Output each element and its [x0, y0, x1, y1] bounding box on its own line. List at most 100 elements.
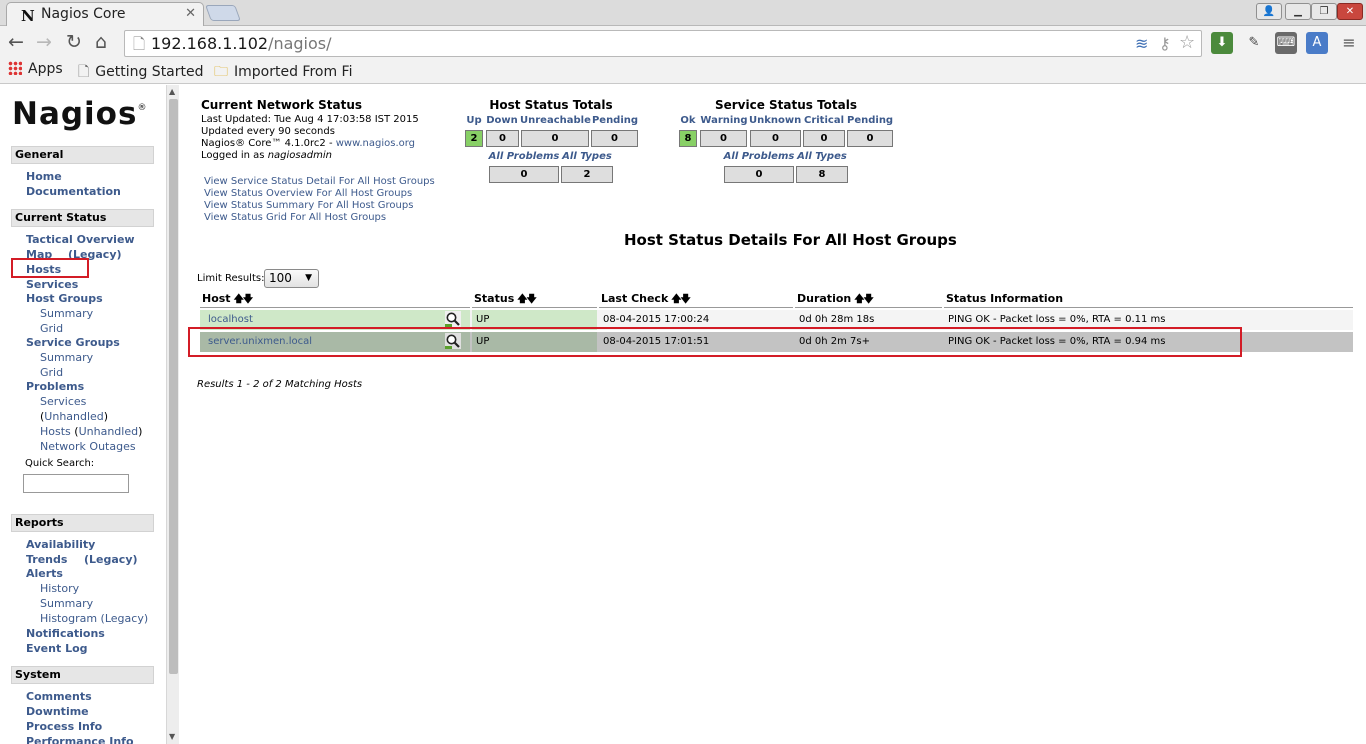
limit-results-select[interactable]: 100 ▼: [264, 269, 319, 288]
side-scrollbar[interactable]: ▲ ▼: [166, 85, 179, 744]
view-status-grid-link[interactable]: View Status Grid For All Host Groups: [204, 212, 386, 223]
minimize-button[interactable]: ▁: [1285, 3, 1311, 20]
bookmark-imported[interactable]: 🗀 Imported From Fi: [214, 61, 352, 85]
nav-alerts-histogram[interactable]: Histogram (Legacy): [40, 612, 148, 625]
service-totals-warning-header[interactable]: Warning: [700, 115, 748, 126]
host-totals-up-header[interactable]: Up: [464, 115, 484, 126]
address-bar[interactable]: 🗋 192.168.1.102/nagios/ ≋ ⚷ ☆: [124, 30, 1202, 57]
service-totals-critical-value: 0: [803, 130, 845, 147]
folder-icon: 🗀: [214, 64, 228, 80]
nav-service-groups-summary[interactable]: Summary: [40, 351, 93, 364]
nav-availability[interactable]: Availability: [26, 538, 95, 551]
nav-alerts-summary[interactable]: Summary: [40, 597, 93, 610]
extension-keyboard-icon[interactable]: ⌨: [1275, 32, 1297, 54]
host-totals-unreachable-header[interactable]: Unreachable: [520, 115, 591, 126]
nav-comments[interactable]: Comments: [26, 690, 92, 703]
host-totals-all-types-header[interactable]: All Types: [561, 151, 613, 162]
nav-problems[interactable]: Problems: [26, 380, 84, 393]
nav-header-current-status: Current Status: [11, 209, 154, 227]
sort-arrows-icon[interactable]: 🡅🡇: [671, 294, 691, 305]
nav-alerts-history[interactable]: History: [40, 582, 79, 595]
service-totals-critical-header[interactable]: Critical: [802, 115, 846, 126]
user-profile-icon[interactable]: 👤: [1256, 3, 1282, 20]
service-totals-ok-header[interactable]: Ok: [677, 115, 699, 126]
star-icon[interactable]: ☆: [1179, 32, 1195, 53]
page-title: Host Status Details For All Host Groups: [624, 231, 957, 249]
sort-arrows-icon[interactable]: 🡅🡇: [854, 294, 874, 305]
service-totals-pending-value: 0: [847, 130, 893, 147]
nav-trends[interactable]: Trends: [26, 553, 67, 566]
page-icon: 🗋: [78, 64, 90, 80]
nav-home[interactable]: Home: [26, 170, 62, 183]
new-tab-button[interactable]: [205, 5, 241, 21]
bookmark-apps[interactable]: Apps: [8, 61, 63, 77]
host-totals-unreachable-value: 0: [521, 130, 589, 147]
nav-downtime[interactable]: Downtime: [26, 705, 89, 718]
menu-icon[interactable]: ≡: [1338, 32, 1360, 54]
host-totals-down-value: 0: [486, 130, 519, 147]
nav-services[interactable]: Services: [26, 278, 78, 291]
row-highlight-box: [188, 327, 1242, 357]
sort-arrows-icon[interactable]: 🡅🡇: [517, 294, 537, 305]
view-status-summary-link[interactable]: View Status Summary For All Host Groups: [204, 200, 413, 211]
nav-notifications[interactable]: Notifications: [26, 627, 105, 640]
nav-process-info[interactable]: Process Info: [26, 720, 102, 733]
quick-search-input[interactable]: [23, 474, 129, 493]
nav-event-log[interactable]: Event Log: [26, 642, 88, 655]
nav-service-groups[interactable]: Service Groups: [26, 336, 120, 349]
nav-host-groups-grid[interactable]: Grid: [40, 322, 63, 335]
extension-pin-icon[interactable]: ✎: [1243, 32, 1265, 54]
bookmark-getting-started[interactable]: 🗋 Getting Started: [78, 61, 204, 85]
nagios-logo: Nagios®: [12, 96, 148, 132]
key-icon[interactable]: ⚷: [1159, 34, 1171, 53]
forward-arrow-icon[interactable]: →: [36, 31, 52, 53]
extension-green-icon[interactable]: ⬇: [1211, 32, 1233, 54]
chevron-down-icon: ▼: [305, 273, 312, 283]
service-totals-all-problems-header[interactable]: All Problems: [723, 151, 795, 162]
nav-problems-hosts[interactable]: Hosts (Unhandled): [40, 425, 142, 438]
nav-header-general: General: [11, 146, 154, 164]
service-totals-all-types-header[interactable]: All Types: [796, 151, 848, 162]
bookmarks-bar: [0, 60, 1366, 84]
reload-icon[interactable]: ↻: [66, 31, 82, 53]
nav-trends-legacy[interactable]: (Legacy): [84, 553, 138, 566]
tab-title: Nagios Core: [41, 6, 126, 22]
view-status-overview-link[interactable]: View Status Overview For All Host Groups: [204, 188, 412, 199]
home-icon[interactable]: ⌂: [95, 31, 107, 53]
update-interval: Updated every 90 seconds: [201, 126, 335, 137]
nav-tactical-overview[interactable]: Tactical Overview: [26, 233, 135, 246]
service-totals-unknown-value: 0: [750, 130, 801, 147]
host-totals-all-types-value: 2: [561, 166, 613, 183]
nav-problems-services[interactable]: Services: [40, 395, 86, 408]
restore-button[interactable]: ❐: [1311, 3, 1337, 20]
back-arrow-icon[interactable]: ←: [8, 31, 24, 53]
host-totals-pending-header[interactable]: Pending: [591, 115, 639, 126]
service-search-icon[interactable]: [445, 311, 461, 327]
service-totals-pending-header[interactable]: Pending: [847, 115, 893, 126]
close-window-button[interactable]: ✕: [1337, 3, 1363, 20]
service-totals-unknown-header[interactable]: Unknown: [749, 115, 801, 126]
scroll-up-arrow-icon[interactable]: ▲: [169, 87, 175, 96]
sort-arrows-icon[interactable]: 🡅🡇: [234, 294, 254, 305]
results-count: Results 1 - 2 of 2 Matching Hosts: [197, 379, 363, 390]
nav-problems-services-unhandled[interactable]: (Unhandled): [40, 410, 108, 423]
nagios-website-link[interactable]: www.nagios.org: [336, 138, 415, 149]
view-service-status-detail-link[interactable]: View Service Status Detail For All Host …: [204, 176, 435, 187]
scroll-down-arrow-icon[interactable]: ▼: [169, 732, 175, 741]
host-totals-down-header[interactable]: Down: [485, 115, 519, 126]
nav-alerts[interactable]: Alerts: [26, 567, 63, 580]
translate-icon[interactable]: A: [1306, 32, 1328, 54]
nav-network-outages[interactable]: Network Outages: [40, 440, 136, 453]
nav-performance-info[interactable]: Performance Info: [26, 735, 134, 744]
nav-host-groups[interactable]: Host Groups: [26, 292, 103, 305]
nav-host-groups-summary[interactable]: Summary: [40, 307, 93, 320]
tab-close-icon[interactable]: ✕: [185, 6, 196, 21]
nav-documentation[interactable]: Documentation: [26, 185, 121, 198]
quick-search-label: Quick Search:: [25, 458, 95, 469]
browser-tab[interactable]: N Nagios Core ✕: [6, 2, 204, 26]
service-totals-title: Service Status Totals: [714, 98, 858, 112]
scroll-thumb[interactable]: [169, 99, 178, 674]
layers-icon[interactable]: ≋: [1135, 34, 1148, 53]
host-totals-all-problems-header[interactable]: All Problems: [488, 151, 560, 162]
nav-service-groups-grid[interactable]: Grid: [40, 366, 63, 379]
